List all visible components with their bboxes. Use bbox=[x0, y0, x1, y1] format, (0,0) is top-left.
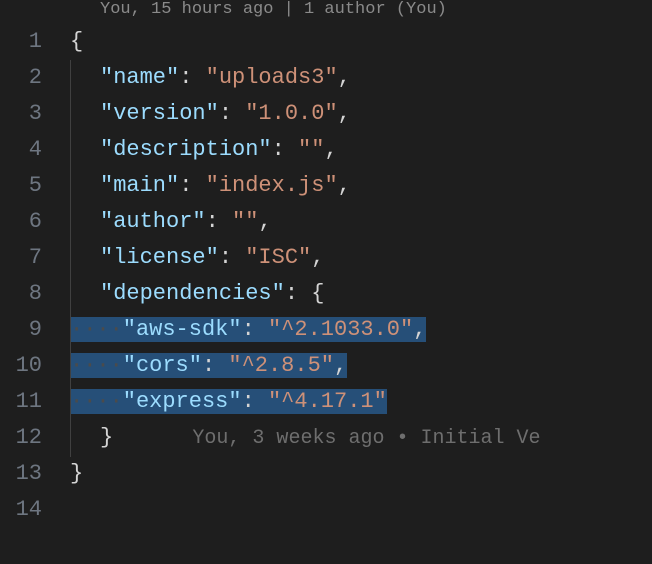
code-line[interactable]: 11 ····"express": "^4.17.1" bbox=[0, 384, 652, 420]
json-value-description: "" bbox=[298, 137, 324, 162]
json-value-license: "ISC" bbox=[245, 245, 311, 270]
json-key-license: "license" bbox=[100, 245, 219, 270]
line-number: 1 bbox=[0, 24, 70, 60]
json-key-express: "express" bbox=[123, 389, 242, 414]
json-value-express: "^4.17.1" bbox=[268, 389, 387, 414]
json-key-version: "version" bbox=[100, 101, 219, 126]
code-line[interactable]: 7 "license": "ISC", bbox=[0, 240, 652, 276]
line-number: 9 bbox=[0, 312, 70, 348]
code-line[interactable]: 2 "name": "uploads3", bbox=[0, 60, 652, 96]
selection-highlight: ····"aws-sdk": "^2.1033.0", bbox=[70, 317, 426, 342]
json-value-cors: "^2.8.5" bbox=[228, 353, 334, 378]
line-number: 6 bbox=[0, 204, 70, 240]
code-line[interactable]: 14 bbox=[0, 492, 652, 528]
code-line[interactable]: 12 } You, 3 weeks ago • Initial Ve bbox=[0, 420, 652, 456]
json-key-author: "author" bbox=[100, 209, 206, 234]
code-line[interactable]: 6 "author": "", bbox=[0, 204, 652, 240]
brace-close: } bbox=[70, 461, 83, 486]
json-key-dependencies: "dependencies" bbox=[100, 281, 285, 306]
line-number: 10 bbox=[0, 348, 70, 384]
json-value-name: "uploads3" bbox=[206, 65, 338, 90]
brace-close: } bbox=[100, 425, 113, 450]
json-value-main: "index.js" bbox=[206, 173, 338, 198]
inline-blame-annotation[interactable]: You, 3 weeks ago • Initial Ve bbox=[192, 427, 540, 450]
json-value-author: "" bbox=[232, 209, 258, 234]
code-line[interactable]: 5 "main": "index.js", bbox=[0, 168, 652, 204]
selection-highlight: ····"cors": "^2.8.5", bbox=[70, 353, 347, 378]
code-line[interactable]: 1 { bbox=[0, 24, 652, 60]
line-number: 8 bbox=[0, 276, 70, 312]
brace-open: { bbox=[70, 29, 83, 54]
line-number: 11 bbox=[0, 384, 70, 420]
line-number: 12 bbox=[0, 420, 70, 456]
line-number: 13 bbox=[0, 456, 70, 492]
line-number: 7 bbox=[0, 240, 70, 276]
code-line[interactable]: 10 ····"cors": "^2.8.5", bbox=[0, 348, 652, 384]
code-line[interactable]: 8 "dependencies": { bbox=[0, 276, 652, 312]
line-number: 3 bbox=[0, 96, 70, 132]
line-number: 2 bbox=[0, 60, 70, 96]
code-line[interactable]: 3 "version": "1.0.0", bbox=[0, 96, 652, 132]
json-key-name: "name" bbox=[100, 65, 179, 90]
line-number: 4 bbox=[0, 132, 70, 168]
json-key-cors: "cors" bbox=[123, 353, 202, 378]
json-value-aws-sdk: "^2.1033.0" bbox=[268, 317, 413, 342]
selection-highlight: ····"express": "^4.17.1" bbox=[70, 389, 387, 414]
code-line[interactable]: 9 ····"aws-sdk": "^2.1033.0", bbox=[0, 312, 652, 348]
json-key-description: "description" bbox=[100, 137, 272, 162]
code-line[interactable]: 13 } bbox=[0, 456, 652, 492]
json-key-aws-sdk: "aws-sdk" bbox=[123, 317, 242, 342]
code-line[interactable]: 4 "description": "", bbox=[0, 132, 652, 168]
line-number: 5 bbox=[0, 168, 70, 204]
codelens-author-annotation[interactable]: You, 15 hours ago | 1 author (You) bbox=[0, 0, 652, 20]
code-editor[interactable]: You, 15 hours ago | 1 author (You) 1 { 2… bbox=[0, 0, 652, 564]
json-key-main: "main" bbox=[100, 173, 179, 198]
json-value-version: "1.0.0" bbox=[245, 101, 337, 126]
line-number: 14 bbox=[0, 492, 70, 528]
